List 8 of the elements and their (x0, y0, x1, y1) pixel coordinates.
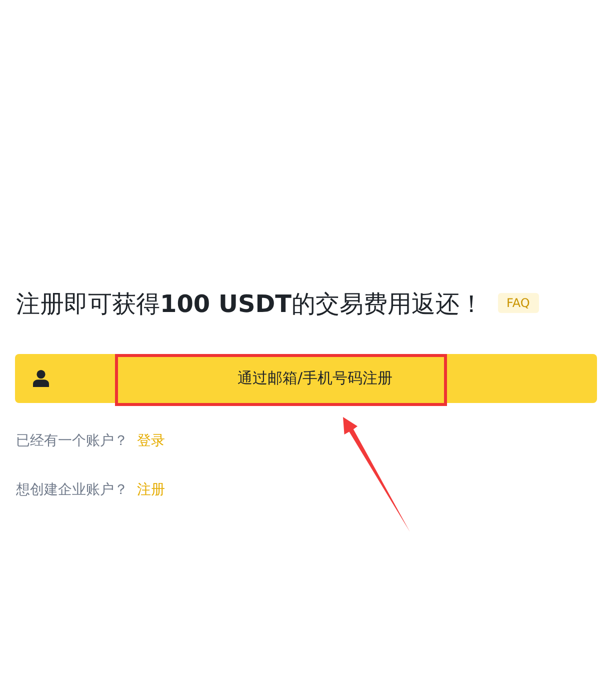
signup-button[interactable]: 通过邮箱/手机号码注册 (15, 354, 597, 403)
text-link[interactable]: 登录 (137, 431, 165, 451)
text-link[interactable]: 注册 (137, 480, 165, 500)
faq-link[interactable]: FAQ (498, 293, 539, 313)
prompt-text: 想创建企业账户？ (16, 481, 128, 500)
page-heading: 注册即可获得100 USDT的交易费用返还！ (16, 289, 484, 320)
user-icon (33, 370, 49, 387)
prompt-text: 已经有一个账户？ (16, 432, 128, 451)
